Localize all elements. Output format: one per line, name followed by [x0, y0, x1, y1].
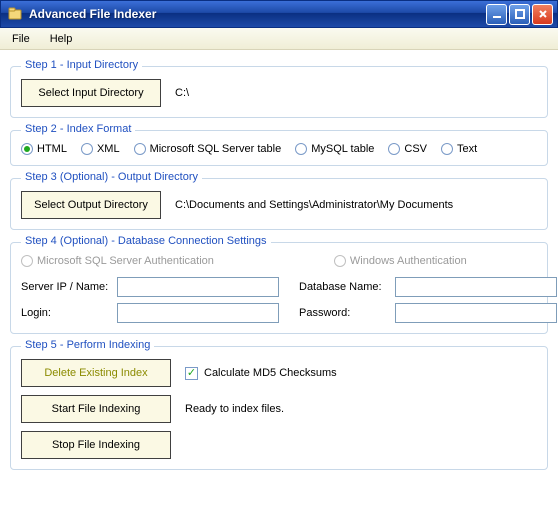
- radio-text-label: Text: [457, 143, 477, 155]
- radio-dot-icon: [134, 143, 146, 155]
- radio-html-label: HTML: [37, 143, 67, 155]
- step3-group: Step 3 (Optional) - Output Directory Sel…: [10, 178, 548, 230]
- radio-csv[interactable]: CSV: [388, 143, 427, 155]
- radio-dot-icon: [334, 255, 346, 267]
- step2-legend: Step 2 - Index Format: [21, 123, 135, 135]
- menubar: File Help: [0, 28, 558, 50]
- checkmark-icon: ✓: [185, 367, 198, 380]
- radio-xml[interactable]: XML: [81, 143, 120, 155]
- radio-dot-icon: [388, 143, 400, 155]
- start-file-indexing-button[interactable]: Start File Indexing: [21, 395, 171, 423]
- step1-legend: Step 1 - Input Directory: [21, 59, 142, 71]
- indexing-status: Ready to index files.: [185, 403, 284, 415]
- radio-mssql-label: Microsoft SQL Server table: [150, 143, 282, 155]
- radio-windows-auth: Windows Authentication: [334, 255, 467, 267]
- radio-dot-icon: [441, 143, 453, 155]
- dbname-input[interactable]: [395, 277, 557, 297]
- step5-group: Step 5 - Perform Indexing Delete Existin…: [10, 346, 548, 470]
- radio-dot-icon: [21, 255, 33, 267]
- radio-windows-auth-label: Windows Authentication: [350, 255, 467, 267]
- radio-mssql[interactable]: Microsoft SQL Server table: [134, 143, 282, 155]
- radio-text[interactable]: Text: [441, 143, 477, 155]
- stop-file-indexing-button[interactable]: Stop File Indexing: [21, 431, 171, 459]
- minimize-button[interactable]: [486, 4, 507, 25]
- titlebar: Advanced File Indexer: [0, 0, 558, 28]
- radio-dot-icon: [21, 143, 33, 155]
- radio-mssql-auth-label: Microsoft SQL Server Authentication: [37, 255, 214, 267]
- menu-file[interactable]: File: [6, 31, 36, 47]
- server-label: Server IP / Name:: [21, 281, 111, 293]
- input-directory-path: C:\: [175, 87, 189, 99]
- delete-existing-index-button[interactable]: Delete Existing Index: [21, 359, 171, 387]
- step4-legend: Step 4 (Optional) - Database Connection …: [21, 235, 271, 247]
- maximize-button[interactable]: [509, 4, 530, 25]
- step4-group: Step 4 (Optional) - Database Connection …: [10, 242, 548, 334]
- step3-legend: Step 3 (Optional) - Output Directory: [21, 171, 202, 183]
- step2-group: Step 2 - Index Format HTML XML Microsoft…: [10, 130, 548, 166]
- radio-html[interactable]: HTML: [21, 143, 67, 155]
- dbname-label: Database Name:: [299, 281, 389, 293]
- login-label: Login:: [21, 307, 111, 319]
- step1-group: Step 1 - Input Directory Select Input Di…: [10, 66, 548, 118]
- radio-dot-icon: [81, 143, 93, 155]
- md5-checkbox-label: Calculate MD5 Checksums: [204, 367, 337, 379]
- app-icon: [7, 6, 23, 22]
- step5-legend: Step 5 - Perform Indexing: [21, 339, 154, 351]
- md5-checkbox[interactable]: ✓ Calculate MD5 Checksums: [185, 367, 337, 380]
- select-input-directory-button[interactable]: Select Input Directory: [21, 79, 161, 107]
- radio-mysql-label: MySQL table: [311, 143, 374, 155]
- server-input[interactable]: [117, 277, 279, 297]
- window-title: Advanced File Indexer: [29, 7, 486, 21]
- output-directory-path: C:\Documents and Settings\Administrator\…: [175, 199, 453, 211]
- radio-csv-label: CSV: [404, 143, 427, 155]
- password-input[interactable]: [395, 303, 557, 323]
- content-area: Step 1 - Input Directory Select Input Di…: [0, 50, 558, 480]
- password-label: Password:: [299, 307, 389, 319]
- select-output-directory-button[interactable]: Select Output Directory: [21, 191, 161, 219]
- radio-mysql[interactable]: MySQL table: [295, 143, 374, 155]
- radio-xml-label: XML: [97, 143, 120, 155]
- login-input[interactable]: [117, 303, 279, 323]
- window-controls: [486, 4, 553, 25]
- close-button[interactable]: [532, 4, 553, 25]
- radio-mssql-auth: Microsoft SQL Server Authentication: [21, 255, 214, 267]
- menu-help[interactable]: Help: [44, 31, 79, 47]
- radio-dot-icon: [295, 143, 307, 155]
